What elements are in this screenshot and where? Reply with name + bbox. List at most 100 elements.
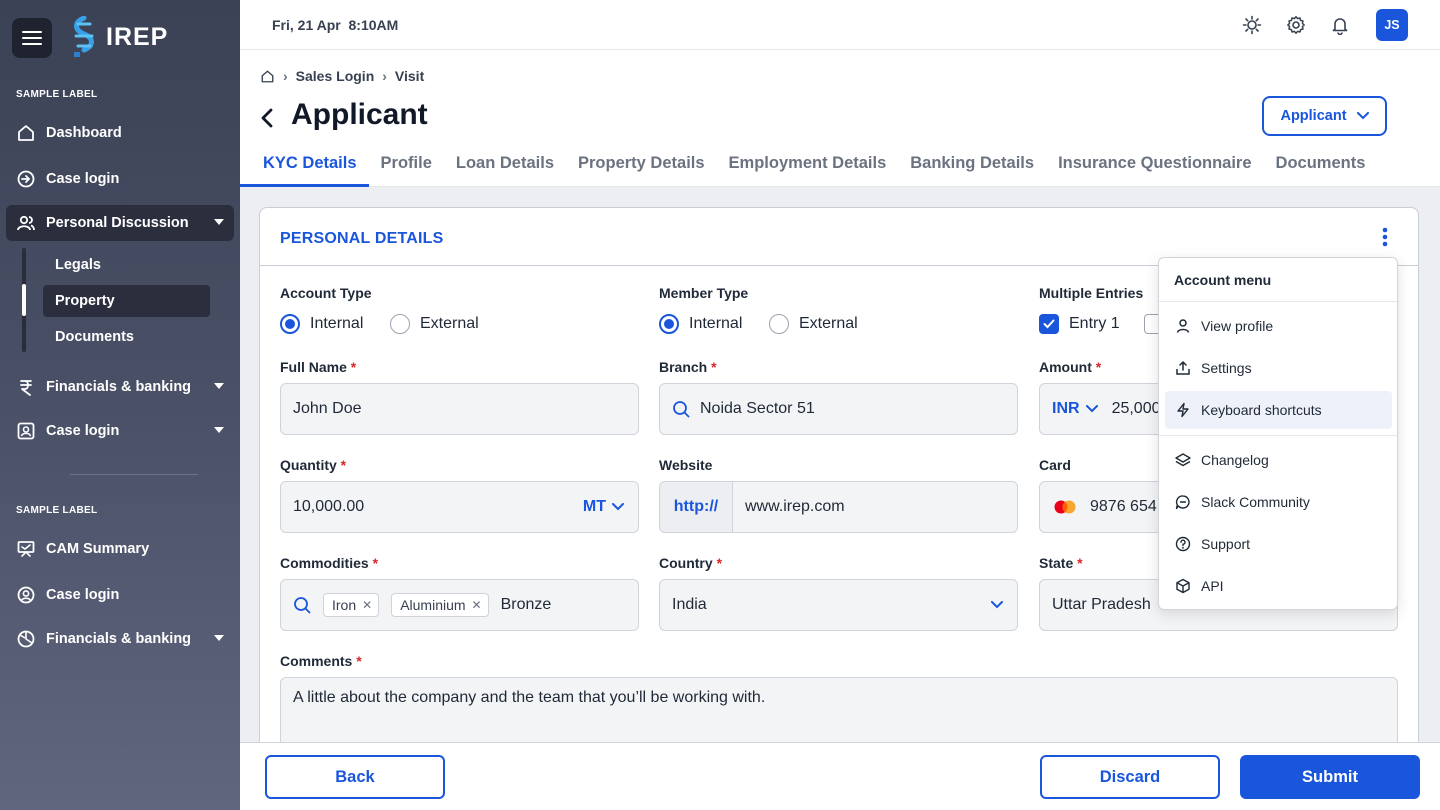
tab-kyc-details[interactable]: KYC Details <box>240 154 369 187</box>
menu-item-settings[interactable]: Settings <box>1165 349 1392 387</box>
sidebar-item-case-login[interactable]: Case login <box>6 161 234 197</box>
sidebar-subitem-legals[interactable]: Legals <box>43 249 210 281</box>
menu-item-label: Slack Community <box>1201 494 1310 510</box>
tab-employment-details[interactable]: Employment Details <box>717 154 899 187</box>
menu-item-view-profile[interactable]: View profile <box>1165 307 1392 345</box>
amount-label: Amount * <box>1039 359 1101 375</box>
sidebar-item-personal-discussion[interactable]: Personal Discussion <box>6 205 234 241</box>
sidebar-subitem-documents[interactable]: Documents <box>43 321 210 353</box>
sidebar-item-financials-banking[interactable]: Financials & banking <box>6 369 234 405</box>
radio-unselected <box>390 314 410 334</box>
dropdown-toggle <box>991 580 1003 630</box>
menu-item-changelog[interactable]: Changelog <box>1165 441 1392 479</box>
radio-selected <box>659 314 679 334</box>
app-logo[interactable]: IREP <box>70 16 168 58</box>
submenu-track <box>22 248 26 352</box>
branch-search-input[interactable]: Noida Sector 51 <box>659 383 1018 435</box>
menu-item-api[interactable]: API <box>1165 567 1392 605</box>
id-card-icon <box>17 422 35 440</box>
label-text: Comments <box>280 653 353 669</box>
menu-item-slack-community[interactable]: Slack Community <box>1165 483 1392 521</box>
menu-item-keyboard-shortcuts[interactable]: Keyboard shortcuts <box>1165 391 1392 429</box>
back-arrow-icon[interactable] <box>258 107 278 129</box>
account-menu-title: Account menu <box>1174 272 1272 288</box>
label-text: Branch <box>659 359 708 375</box>
comments-textarea[interactable]: A little about the company and the team … <box>280 677 1398 742</box>
member-type-external-radio[interactable]: External <box>769 314 858 334</box>
sidebar-section-label: SAMPLE LABEL <box>16 505 98 516</box>
tab-loan-details[interactable]: Loan Details <box>444 154 566 187</box>
logo-text: IREP <box>106 22 169 51</box>
search-icon <box>294 597 311 614</box>
tab-banking-details[interactable]: Banking Details <box>898 154 1046 187</box>
home-icon[interactable] <box>260 69 275 84</box>
sun-icon[interactable] <box>1242 15 1262 35</box>
currency-select[interactable]: INR <box>1052 400 1098 418</box>
submit-button[interactable]: Submit <box>1240 755 1420 799</box>
close-icon[interactable]: ✕ <box>362 598 372 612</box>
close-icon[interactable]: ✕ <box>472 598 482 612</box>
menu-item-label: View profile <box>1201 318 1274 334</box>
account-type-internal-radio[interactable]: Internal <box>280 314 363 334</box>
applicant-selector[interactable]: Applicant <box>1262 96 1387 136</box>
tab-insurance-questionnaire[interactable]: Insurance Questionnaire <box>1046 154 1263 187</box>
account-type-external-radio[interactable]: External <box>390 314 479 334</box>
menu-item-support[interactable]: Support <box>1165 525 1392 563</box>
search-icon <box>673 401 690 418</box>
label-text: Amount <box>1039 359 1092 375</box>
hamburger-menu-button[interactable] <box>12 18 52 58</box>
tab-property-details[interactable]: Property Details <box>566 154 717 187</box>
sidebar-item-cam-summary[interactable]: CAM Summary <box>6 531 234 567</box>
discard-button[interactable]: Discard <box>1040 755 1220 799</box>
lightning-icon <box>1177 402 1189 418</box>
caret-down-icon <box>214 635 224 641</box>
entry-1-checkbox[interactable]: Entry 1 <box>1039 314 1120 334</box>
sidebar-item-case-login-3[interactable]: Case login <box>6 577 234 613</box>
check-icon <box>1043 319 1055 329</box>
rupee-icon <box>20 380 32 396</box>
full-name-input[interactable]: John Doe <box>280 383 639 435</box>
chip-label: Iron <box>332 597 357 613</box>
required-marker: * <box>1077 555 1083 571</box>
chevron-down-icon <box>612 503 624 511</box>
gear-icon[interactable] <box>1286 15 1306 35</box>
radio-label: External <box>420 315 479 332</box>
radio-label: External <box>799 315 858 332</box>
sidebar-item-case-login-2[interactable]: Case login <box>6 413 234 449</box>
required-marker: * <box>1095 359 1102 375</box>
typed-value: Bronze <box>500 596 552 613</box>
required-marker: * <box>711 359 717 375</box>
breadcrumb-item[interactable]: Visit <box>395 68 424 84</box>
action-footer: Back Discard Submit <box>240 742 1440 810</box>
sidebar-item-label: Case login <box>46 171 120 187</box>
label-text: Quantity <box>280 457 337 473</box>
required-marker: * <box>350 359 357 375</box>
chat-icon <box>1175 495 1190 510</box>
currency-value: INR <box>1052 400 1080 417</box>
bell-icon[interactable] <box>1330 15 1350 35</box>
sidebar-subitem-property[interactable]: Property <box>43 285 210 317</box>
unit-select[interactable]: MT <box>583 482 624 532</box>
label-text: Commodities <box>280 555 369 571</box>
tab-documents[interactable]: Documents <box>1264 154 1378 187</box>
back-button[interactable]: Back <box>265 755 445 799</box>
member-type-internal-radio[interactable]: Internal <box>659 314 742 334</box>
chevron-down-icon <box>1085 405 1098 413</box>
commodity-chip: Iron ✕ <box>323 593 380 617</box>
commodities-multiselect[interactable]: Iron ✕ Aluminium ✕ Bronze <box>280 579 639 631</box>
tab-bar: KYC Details Profile Loan Details Propert… <box>240 154 1377 187</box>
breadcrumb-item[interactable]: Sales Login <box>296 68 375 84</box>
user-avatar[interactable]: JS <box>1376 9 1408 41</box>
section-title: PERSONAL DETAILS <box>280 230 444 247</box>
cube-icon <box>1176 578 1190 594</box>
menu-icon <box>22 31 42 45</box>
tab-profile[interactable]: Profile <box>369 154 444 187</box>
sidebar-item-dashboard[interactable]: Dashboard <box>6 115 234 151</box>
sidebar-item-financials-banking-2[interactable]: Financials & banking <box>6 621 234 657</box>
country-select[interactable]: India <box>659 579 1018 631</box>
website-input[interactable]: http:// www.irep.com <box>659 481 1018 533</box>
selected-value: Uttar Pradesh <box>1052 596 1151 613</box>
quantity-input[interactable]: 10,000.00 MT <box>280 481 639 533</box>
checkbox-checked <box>1039 314 1059 334</box>
more-vertical-icon[interactable] <box>1378 226 1392 248</box>
